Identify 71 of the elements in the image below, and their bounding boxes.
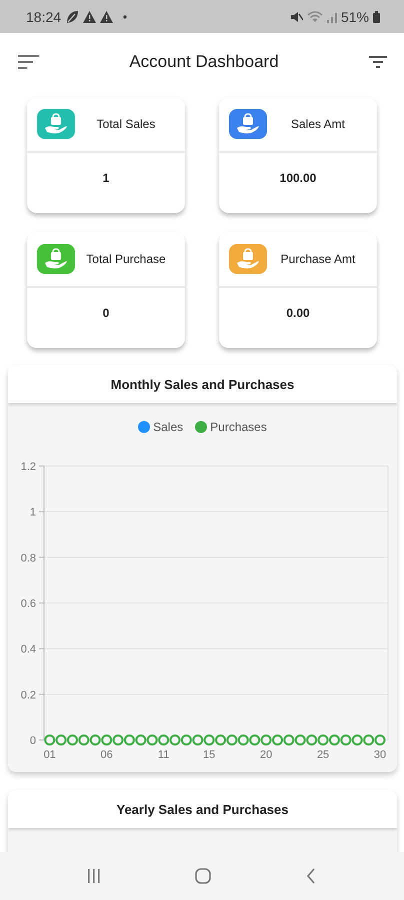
axis-label: 25 <box>316 749 330 761</box>
data-point <box>215 734 226 746</box>
data-point <box>328 734 340 746</box>
stat-label: Total Purchase <box>85 252 167 266</box>
data-point <box>363 734 374 746</box>
data-point <box>78 734 90 746</box>
filter-icon <box>368 54 388 68</box>
battery-icon <box>373 10 380 22</box>
axis-label: 0.6 <box>20 598 36 610</box>
chart-title: Yearly Sales and Purchases <box>8 790 397 828</box>
stat-value: 100.00 <box>278 170 318 185</box>
data-point <box>101 734 112 746</box>
data-point <box>204 734 215 746</box>
recent-apps-icon <box>86 868 101 884</box>
mute-icon <box>290 10 303 22</box>
signal-icon <box>326 10 337 22</box>
data-point <box>306 734 318 746</box>
clock-time: 18:24 <box>26 8 62 24</box>
data-point <box>318 734 329 746</box>
axis-label: 0.8 <box>20 552 36 564</box>
data-point <box>340 734 352 746</box>
data-point <box>112 734 124 746</box>
axis-label: 06 <box>100 749 113 761</box>
data-point <box>135 734 146 746</box>
data-point <box>158 734 170 746</box>
data-point <box>352 734 363 746</box>
axis-label: 30 <box>374 749 386 761</box>
stat-value: 0 <box>102 305 110 320</box>
chart-title: Monthly Sales and Purchases <box>8 365 397 403</box>
data-point <box>272 734 283 746</box>
data-point <box>249 734 260 746</box>
axis-label: 20 <box>260 749 272 761</box>
data-point <box>66 734 78 746</box>
axis-label: 1.2 <box>20 461 36 473</box>
leaf-icon <box>65 10 80 24</box>
data-point <box>90 734 101 746</box>
data-point <box>226 734 238 746</box>
data-point <box>260 734 272 746</box>
data-point <box>294 734 306 746</box>
home-icon <box>194 867 212 885</box>
data-point <box>124 734 135 746</box>
data-point <box>44 734 56 746</box>
warning-icon <box>83 10 96 22</box>
data-point <box>283 734 294 746</box>
stat-value: 0.00 <box>285 305 311 320</box>
stat-value: 1 <box>102 170 110 185</box>
axis-label: 11 <box>158 749 170 761</box>
axis-label: 01 <box>44 749 56 761</box>
data-point <box>374 734 386 746</box>
axis-label: 1 <box>30 506 36 519</box>
axis-label: 0 <box>30 735 36 747</box>
legend-label: Purchases <box>210 420 267 434</box>
battery-percent: 51% <box>340 8 369 24</box>
stat-label: Total Sales <box>96 117 156 131</box>
data-point <box>56 734 67 746</box>
stat-label: Sales Amt <box>290 117 346 131</box>
legend-label: Sales <box>153 420 184 434</box>
axis-label: 0.4 <box>20 644 36 656</box>
wifi-icon <box>306 10 323 22</box>
data-point <box>170 734 180 746</box>
data-point <box>192 734 204 746</box>
warning-icon <box>100 10 114 22</box>
back-icon <box>305 867 318 885</box>
menu-icon <box>18 54 40 70</box>
stat-label: Purchase Amt <box>280 252 356 266</box>
axis-label: 15 <box>203 749 216 761</box>
axis-label: 0.2 <box>20 689 36 702</box>
data-point <box>180 734 192 746</box>
page-title: Account Dashboard <box>128 52 280 72</box>
data-point <box>238 734 249 746</box>
data-point <box>146 734 158 746</box>
